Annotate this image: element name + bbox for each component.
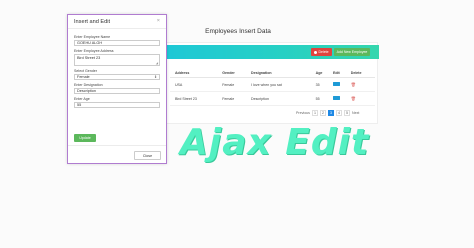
age-label: Enter Age bbox=[74, 97, 90, 101]
address-textarea[interactable]: Bird Street 23 ◢ bbox=[74, 54, 160, 66]
pagination-page[interactable]: 1 bbox=[311, 110, 318, 116]
close-button[interactable]: Close bbox=[134, 151, 161, 160]
table-row: USA Female I love when you sat 35 🗑 bbox=[170, 77, 375, 92]
select-caret-icon: ⇕ bbox=[154, 75, 157, 79]
table-cell: I love when you sat bbox=[250, 77, 315, 92]
designation-label: Enter Designation bbox=[74, 83, 103, 87]
pagination-page[interactable]: 2 bbox=[319, 110, 326, 116]
employee-table-card: Delete Add New Employee Address Gender D… bbox=[165, 42, 379, 124]
insert-edit-modal: Insert and Edit × Enter Employee Name GO… bbox=[67, 14, 167, 164]
close-icon[interactable]: × bbox=[157, 18, 160, 24]
gender-select[interactable]: Female ⇕ bbox=[74, 74, 160, 80]
table-cell: 55 bbox=[314, 91, 332, 106]
delete-button[interactable]: Delete bbox=[311, 48, 332, 56]
table-cell: Female bbox=[221, 91, 251, 106]
table-cell: Description bbox=[250, 91, 315, 106]
edit-button[interactable] bbox=[332, 82, 340, 86]
update-button[interactable]: Update bbox=[74, 134, 96, 142]
designation-field[interactable]: Description bbox=[74, 88, 160, 94]
pagination: Previous 1 2 3 4 5 Next bbox=[296, 110, 359, 116]
modal-title: Insert and Edit bbox=[74, 19, 111, 25]
pagination-page[interactable]: 5 bbox=[343, 110, 350, 116]
column-header: Designation bbox=[250, 69, 315, 78]
resize-grip-icon[interactable]: ◢ bbox=[156, 61, 158, 65]
edit-cell bbox=[331, 77, 350, 92]
column-header: Age bbox=[314, 69, 332, 78]
page-title: Employees Insert Data bbox=[205, 28, 271, 35]
employee-table: Address Gender Designation Age Edit Dele… bbox=[170, 69, 375, 106]
gender-value: Female bbox=[77, 75, 90, 79]
table-row: Bird Street 23 Female Description 55 🗑 bbox=[170, 91, 375, 106]
delete-cell: 🗑 bbox=[349, 77, 375, 92]
modal-header: Insert and Edit × bbox=[68, 15, 166, 29]
column-header: Gender bbox=[221, 69, 251, 78]
table-cell: USA bbox=[173, 77, 222, 92]
trash-icon[interactable]: 🗑 bbox=[351, 82, 356, 87]
ajax-edit-overlay-text: Ajax Edit bbox=[180, 122, 370, 163]
address-value: Bird Street 23 bbox=[77, 56, 101, 60]
age-field[interactable]: 55 bbox=[74, 102, 160, 108]
delete-cell: 🗑 bbox=[349, 91, 375, 106]
name-field[interactable]: GOEHU ALGH bbox=[74, 40, 160, 46]
table-header-row: Address Gender Designation Age Edit Dele… bbox=[170, 69, 375, 78]
pagination-previous[interactable]: Previous bbox=[296, 111, 310, 115]
add-employee-button[interactable]: Add New Employee bbox=[334, 48, 370, 56]
delete-label: Delete bbox=[318, 50, 329, 54]
column-header: Address bbox=[173, 69, 222, 78]
gender-label: Select Gender bbox=[74, 69, 97, 73]
table-cell: Female bbox=[221, 77, 251, 92]
column-header: Delete bbox=[349, 69, 375, 78]
edit-button[interactable] bbox=[332, 96, 340, 100]
address-label: Enter Employee Address bbox=[74, 49, 114, 53]
employee-form: Enter Employee Name GOEHU ALGH Enter Emp… bbox=[74, 35, 162, 111]
column-header: Edit bbox=[331, 69, 350, 78]
table-cell: Bird Street 23 bbox=[173, 91, 222, 106]
edit-cell bbox=[331, 91, 350, 106]
delete-icon bbox=[314, 50, 318, 54]
pagination-next[interactable]: Next bbox=[352, 111, 359, 115]
pagination-page[interactable]: 4 bbox=[335, 110, 342, 116]
pagination-page-active[interactable]: 3 bbox=[327, 110, 334, 116]
trash-icon[interactable]: 🗑 bbox=[351, 96, 356, 101]
name-label: Enter Employee Name bbox=[74, 35, 111, 39]
table-cell: 35 bbox=[314, 77, 332, 92]
table-toolbar: Delete Add New Employee bbox=[166, 45, 379, 59]
modal-footer-divider bbox=[68, 145, 166, 146]
